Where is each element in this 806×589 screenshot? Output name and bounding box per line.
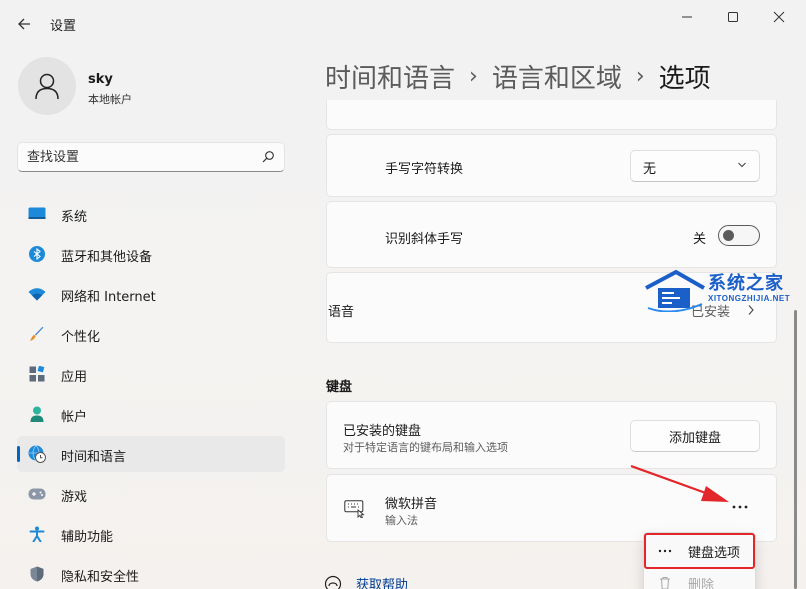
search-icon[interactable] — [261, 150, 275, 164]
dropdown-value: 无 — [643, 162, 657, 177]
breadcrumb-language-region[interactable]: 语言和区域 — [492, 58, 622, 95]
settings-window: 设置 sky 本地帐户 系统 — [0, 0, 806, 589]
watermark-logo: 系统之家 XITONGZHIJIA.NET — [644, 268, 796, 312]
breadcrumb-separator: › — [635, 63, 645, 89]
annotation-highlight-box — [644, 533, 755, 569]
shield-icon — [28, 566, 46, 582]
sidebar-nav: 系统 蓝牙和其他设备 网络和 Internet 个性化 应用 帐户 时间和语言 … — [17, 196, 285, 589]
search-input[interactable] — [27, 148, 247, 166]
sidebar-item-system[interactable]: 系统 — [17, 196, 285, 232]
sidebar-item-label: 辅助功能 — [61, 530, 114, 545]
globe-clock-icon — [28, 445, 46, 463]
menu-item-label: 删除 — [688, 577, 715, 589]
breadcrumb-separator: › — [469, 63, 478, 89]
minimize-button[interactable] — [664, 4, 710, 30]
get-help-label: 获取帮助 — [356, 578, 409, 589]
annotation-arrow — [630, 464, 729, 502]
sidebar-item-bluetooth[interactable]: 蓝牙和其他设备 — [17, 236, 285, 272]
breadcrumb: 时间和语言 › 语言和区域 › 选项 — [325, 56, 711, 96]
close-icon — [773, 11, 785, 23]
minimize-icon — [682, 16, 692, 18]
user-name: sky — [88, 72, 113, 87]
brush-icon — [28, 326, 46, 342]
title-bar: 设置 — [0, 0, 806, 46]
sidebar-item-time-language[interactable]: 时间和语言 — [17, 436, 285, 472]
page-title: 选项 — [658, 63, 711, 94]
sidebar-item-label: 蓝牙和其他设备 — [61, 250, 153, 265]
house-logo-icon — [645, 269, 705, 312]
sidebar-item-label: 个性化 — [61, 330, 101, 345]
context-menu: 键盘选项 删除 — [643, 532, 756, 589]
sidebar-item-label: 游戏 — [61, 490, 88, 505]
toggle-knob — [723, 230, 734, 241]
keyboard-type: 输入法 — [385, 514, 418, 527]
sidebar-item-label: 时间和语言 — [61, 450, 127, 465]
maximize-button[interactable] — [710, 4, 756, 30]
toggle-state-label: 关 — [693, 232, 707, 247]
maximize-icon — [728, 12, 738, 22]
sidebar-item-label: 隐私和安全性 — [61, 570, 140, 585]
italic-handwriting-label: 识别斜体手写 — [385, 232, 464, 247]
sidebar-item-accounts[interactable]: 帐户 — [17, 396, 285, 432]
speech-label: 语音 — [328, 305, 355, 320]
handwriting-conversion-dropdown[interactable]: 无 — [630, 150, 760, 182]
keyboard-name: 微软拼音 — [385, 497, 438, 512]
italic-handwriting-row: 识别斜体手写 — [326, 201, 777, 268]
chevron-down-icon — [738, 162, 746, 168]
remove-menu-item[interactable]: 删除 — [650, 570, 750, 589]
sidebar-item-apps[interactable]: 应用 — [17, 356, 285, 392]
sidebar-item-label: 网络和 Internet — [61, 290, 156, 305]
watermark-subtitle: XITONGZHIJIA.NET — [708, 294, 791, 303]
sidebar-item-label: 帐户 — [61, 410, 88, 425]
watermark-title: 系统之家 — [708, 273, 784, 294]
italic-handwriting-toggle[interactable] — [718, 225, 760, 246]
accessibility-icon — [28, 526, 46, 542]
help-icon — [324, 575, 342, 589]
monitor-icon — [28, 206, 46, 222]
person-icon — [28, 406, 46, 422]
back-arrow-icon — [18, 18, 30, 30]
keyboard-section-title: 键盘 — [326, 380, 353, 395]
sidebar-item-gaming[interactable]: 游戏 — [17, 476, 285, 512]
installed-keyboards-title: 已安装的键盘 — [343, 424, 422, 439]
trash-icon — [656, 576, 674, 589]
get-help-link[interactable]: 获取帮助 — [324, 574, 408, 589]
app-title: 设置 — [50, 19, 77, 34]
breadcrumb-time-language[interactable]: 时间和语言 — [325, 58, 455, 95]
scrollbar[interactable] — [794, 310, 797, 589]
installed-keyboards-description: 对于特定语言的键布局和输入选项 — [343, 441, 508, 454]
sidebar-item-privacy[interactable]: 隐私和安全性 — [17, 556, 285, 589]
sidebar-item-accessibility[interactable]: 辅助功能 — [17, 516, 285, 552]
back-button[interactable] — [12, 12, 38, 36]
close-button[interactable] — [756, 4, 802, 30]
sidebar-item-label: 应用 — [61, 370, 88, 385]
account-type: 本地帐户 — [88, 93, 132, 106]
person-icon — [35, 73, 59, 100]
gamepad-icon — [28, 486, 46, 502]
settings-card-top — [326, 100, 777, 130]
search-box[interactable] — [17, 142, 285, 172]
keyboard-icon — [344, 500, 365, 518]
wifi-icon — [28, 286, 46, 302]
avatar[interactable] — [18, 57, 76, 115]
sidebar-item-label: 系统 — [61, 210, 88, 225]
sidebar-item-network[interactable]: 网络和 Internet — [17, 276, 285, 312]
sidebar-item-personalization[interactable]: 个性化 — [17, 316, 285, 352]
handwriting-conversion-label: 手写字符转换 — [385, 162, 464, 177]
bluetooth-icon — [28, 246, 46, 262]
add-keyboard-button[interactable]: 添加键盘 — [630, 420, 760, 452]
apps-icon — [28, 366, 46, 382]
